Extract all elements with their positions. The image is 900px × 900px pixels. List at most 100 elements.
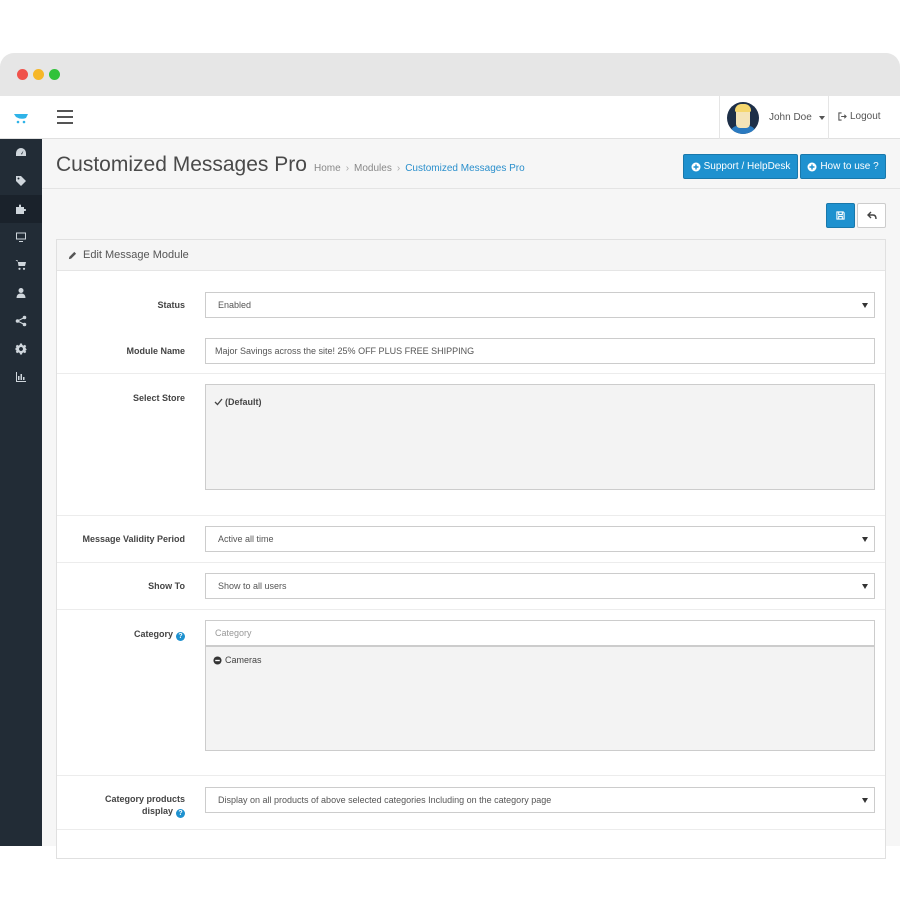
category-placeholder: Category — [215, 628, 252, 638]
category-products-label: Category products display? — [105, 793, 185, 818]
menu-toggle-icon[interactable] — [57, 110, 73, 124]
select-arrow-icon — [862, 303, 868, 308]
sidebar-item-extensions[interactable] — [0, 195, 42, 223]
sidebar-item-marketing[interactable] — [0, 307, 42, 335]
page-title: Customized Messages Pro — [56, 153, 307, 176]
plus-circle-icon — [807, 162, 817, 171]
breadcrumb-current[interactable]: Customized Messages Pro — [405, 163, 525, 174]
store-name: (Default) — [225, 397, 262, 407]
how-to-use-label: How to use ? — [820, 161, 879, 172]
breadcrumb-separator: › — [396, 163, 401, 174]
pencil-icon — [68, 251, 77, 259]
show-to-label: Show To — [148, 581, 185, 591]
browser-chrome — [0, 53, 900, 96]
panel-heading: Edit Message Module — [57, 240, 885, 271]
form-row-category: Category? Category Cameras — [57, 610, 885, 776]
action-toolbar — [42, 189, 900, 228]
category-products-label-line1: Category products — [104, 794, 185, 804]
category-item-label: Cameras — [225, 655, 262, 665]
logout-label: Logout — [850, 111, 881, 122]
gear-icon — [15, 343, 27, 355]
breadcrumb: Home › Modules › Customized Messages Pro — [314, 163, 525, 174]
select-arrow-icon — [862, 584, 868, 589]
validity-select[interactable]: Active all time — [205, 526, 875, 552]
dashboard-icon — [16, 148, 26, 156]
sidebar-item-design[interactable] — [0, 223, 42, 251]
support-label: Support / HelpDesk — [703, 161, 791, 172]
sidebar-item-catalog[interactable] — [0, 167, 42, 195]
category-label-wrap: Category? — [134, 628, 185, 641]
category-input[interactable]: Category — [205, 620, 875, 646]
logout-link[interactable]: Logout — [838, 111, 881, 122]
user-icon — [16, 288, 26, 298]
category-label: Category — [133, 629, 173, 639]
select-arrow-icon — [862, 537, 868, 542]
caret-down-icon — [818, 115, 825, 120]
cart-icon — [15, 260, 26, 270]
maximize-window-dot[interactable] — [49, 69, 60, 80]
edit-panel: Edit Message Module Status Enabled Modul… — [56, 239, 886, 859]
validity-label: Message Validity Period — [82, 534, 185, 544]
user-name: John Doe — [769, 112, 812, 123]
browser-window: John Doe Logout Customized Messages Pro … — [0, 53, 900, 859]
monitor-icon — [16, 232, 26, 242]
sidebar-item-sales[interactable] — [0, 251, 42, 279]
store-list: (Default) — [205, 384, 875, 490]
validity-value: Active all time — [218, 534, 274, 544]
show-to-value: Show to all users — [218, 581, 287, 591]
sidebar-item-system[interactable] — [0, 335, 42, 363]
select-store-label: Select Store — [132, 393, 185, 403]
cart-logo-icon[interactable] — [0, 96, 42, 139]
form-row-show-to: Show To Show to all users — [57, 563, 885, 610]
category-list: Cameras — [205, 646, 875, 751]
category-products-value: Display on all products of above selecte… — [218, 795, 552, 805]
breadcrumb-separator: › — [345, 163, 350, 174]
form-row-select-store: Select Store (Default) — [57, 374, 885, 516]
sidebar-item-customers[interactable] — [0, 279, 42, 307]
plus-circle-icon — [691, 162, 701, 171]
user-menu[interactable]: John Doe — [719, 96, 829, 139]
floppy-disk-icon — [836, 211, 845, 220]
module-name-input[interactable]: Major Savings across the site! 25% OFF P… — [205, 338, 875, 364]
category-products-label-line2: display — [141, 806, 173, 816]
form-row-category-products: Category products display? Display on al… — [57, 776, 885, 830]
back-button[interactable] — [857, 203, 886, 228]
module-name-label: Module Name — [126, 346, 185, 356]
category-item[interactable]: Cameras — [206, 647, 874, 665]
tags-icon — [16, 176, 26, 186]
form-row-validity: Message Validity Period Active all time — [57, 516, 885, 563]
close-window-dot[interactable] — [17, 69, 28, 80]
main-content: Customized Messages Pro Home › Modules ›… — [42, 139, 900, 859]
show-to-select[interactable]: Show to all users — [205, 573, 875, 599]
support-helpdesk-button[interactable]: Support / HelpDesk — [683, 154, 798, 179]
avatar — [727, 101, 759, 134]
sidebar-item-reports[interactable] — [0, 363, 42, 391]
form-row-status-name: Status Enabled Module Name Major Savings… — [57, 271, 885, 374]
minus-circle-icon[interactable] — [213, 655, 222, 665]
sign-out-icon — [838, 112, 847, 121]
sidebar-item-dashboard[interactable] — [0, 139, 42, 167]
category-products-select[interactable]: Display on all products of above selecte… — [205, 787, 875, 813]
store-checkbox-default[interactable]: (Default) — [206, 385, 874, 407]
save-button[interactable] — [826, 203, 855, 228]
sidebar — [0, 139, 42, 846]
breadcrumb-modules[interactable]: Modules — [354, 163, 392, 174]
bar-chart-icon — [16, 372, 26, 382]
select-arrow-icon — [862, 798, 868, 803]
minimize-window-dot[interactable] — [33, 69, 44, 80]
top-header: John Doe Logout — [0, 96, 900, 139]
how-to-use-button[interactable]: How to use ? — [800, 154, 886, 179]
reply-arrow-icon — [866, 211, 877, 220]
checkmark-icon — [214, 398, 223, 406]
help-icon[interactable]: ? — [176, 809, 185, 818]
panel-title: Edit Message Module — [83, 249, 189, 261]
status-select[interactable]: Enabled — [205, 292, 875, 318]
status-value: Enabled — [218, 300, 252, 310]
help-icon[interactable]: ? — [176, 632, 185, 641]
breadcrumb-home[interactable]: Home — [314, 163, 341, 174]
puzzle-icon — [16, 204, 27, 214]
page-header: Customized Messages Pro Home › Modules ›… — [42, 139, 900, 189]
status-label: Status — [157, 300, 185, 310]
share-icon — [15, 315, 27, 327]
module-name-value: Major Savings across the site! 25% OFF P… — [215, 346, 475, 356]
